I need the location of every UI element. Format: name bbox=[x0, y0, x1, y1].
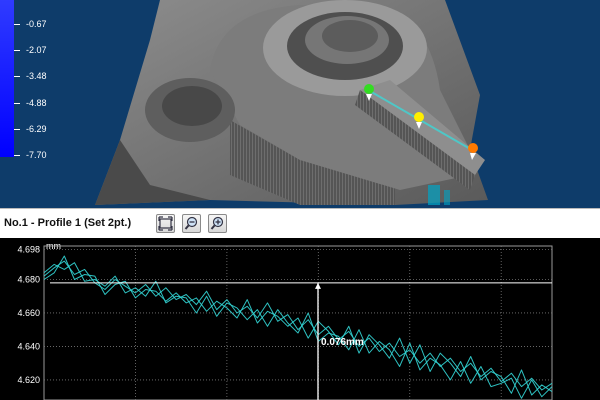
scale-tick bbox=[14, 24, 20, 25]
profile-chart[interactable]: mm 4.698 4.680 4.660 4.640 4.620 0.076mm bbox=[0, 238, 600, 400]
zoom-out-button[interactable] bbox=[182, 214, 201, 233]
3d-part-render bbox=[95, 0, 488, 205]
fit-view-button[interactable] bbox=[156, 214, 175, 233]
profile-toolbar: No.1 - Profile 1 (Set 2pt.) bbox=[0, 208, 600, 238]
profile-series-line bbox=[43, 260, 553, 391]
color-scale-bar bbox=[0, 0, 14, 157]
plot-frame bbox=[43, 245, 553, 400]
3d-view[interactable]: -0.67 -2.07 -3.48 -4.88 -6.29 -7.70 bbox=[0, 0, 600, 208]
difference-label: 0.076mm bbox=[321, 337, 364, 348]
scale-tick bbox=[14, 155, 20, 156]
scale-tick bbox=[14, 103, 20, 104]
scale-tick bbox=[14, 129, 20, 130]
y-tick-label: 4.660 bbox=[17, 308, 40, 318]
y-tick-label: 4.698 bbox=[17, 244, 40, 254]
scale-label: -6.29 bbox=[26, 124, 47, 134]
zoom-out-icon bbox=[184, 216, 198, 230]
scale-label: -7.70 bbox=[26, 150, 47, 160]
scale-tick bbox=[14, 50, 20, 51]
scale-label: -4.88 bbox=[26, 98, 47, 108]
arrow-head bbox=[315, 282, 321, 289]
scale-label: -0.67 bbox=[26, 19, 47, 29]
scale-label: -3.48 bbox=[26, 71, 47, 81]
y-tick-label: 4.620 bbox=[17, 375, 40, 385]
scale-label: -2.07 bbox=[26, 45, 47, 55]
profile-title: No.1 - Profile 1 (Set 2pt.) bbox=[4, 217, 132, 229]
scale-tick bbox=[14, 76, 20, 77]
y-tick-label: 4.640 bbox=[17, 341, 40, 351]
zoom-in-button[interactable] bbox=[208, 214, 227, 233]
zoom-in-icon bbox=[210, 216, 224, 230]
y-tick-label: 4.680 bbox=[17, 274, 40, 284]
profile-plot: mm 4.6984.6804.6604.6404.620 0.076mm bbox=[17, 241, 553, 400]
fit-view-icon bbox=[158, 216, 173, 231]
